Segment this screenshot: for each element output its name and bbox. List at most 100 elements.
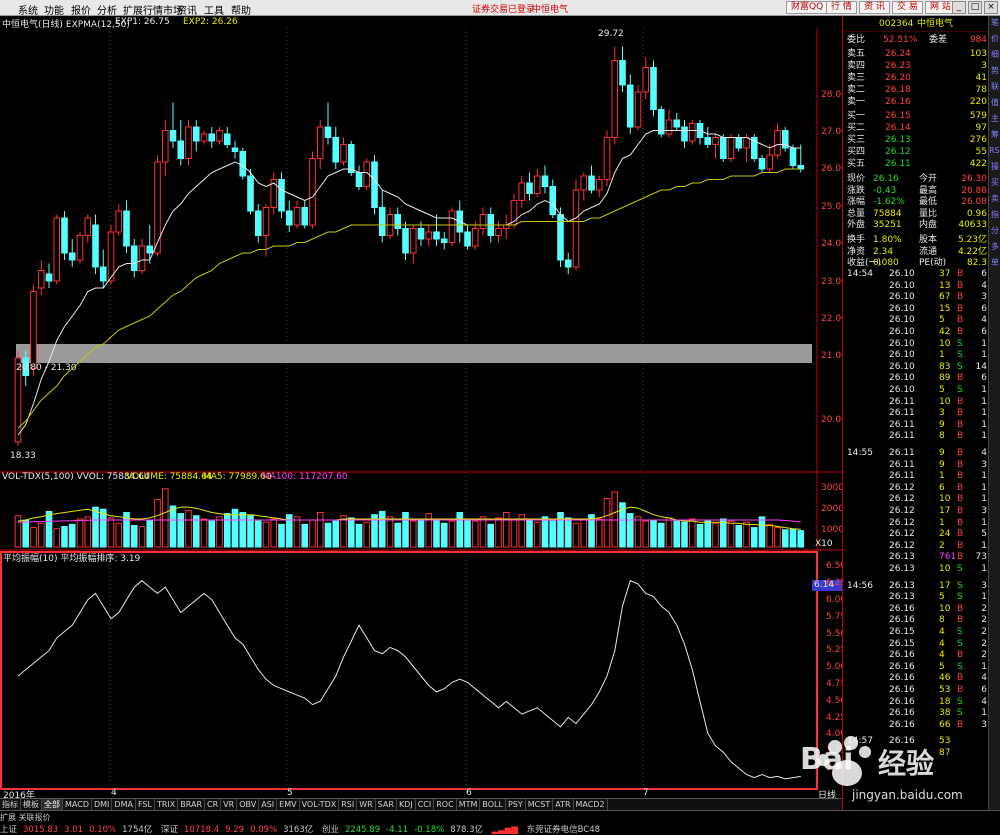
candle-body: [208, 133, 216, 142]
tab-emv[interactable]: EMV: [277, 799, 300, 810]
info-button[interactable]: 资 讯: [859, 1, 890, 14]
tab-brar[interactable]: BRAR: [178, 799, 206, 810]
candle-body: [402, 228, 409, 254]
high-price-label: 29.72: [598, 29, 624, 39]
sidebar-tab[interactable]: 联: [989, 80, 1000, 94]
tab-rsi[interactable]: RSI: [339, 799, 358, 810]
tick-row: 26.12 6 B 1: [843, 482, 989, 494]
tab-psy[interactable]: PSY: [506, 799, 526, 810]
tab-indicator[interactable]: 指标: [0, 799, 21, 810]
ask-volume: 220: [969, 97, 987, 107]
maximize-icon[interactable]: □: [968, 1, 982, 14]
tab-dmi[interactable]: DMI: [92, 799, 113, 810]
sidebar-tab[interactable]: 价: [989, 32, 1000, 46]
volume-bar: [464, 518, 471, 548]
cyb-volume: 878.3亿: [450, 825, 484, 835]
volume-bar: [386, 516, 394, 548]
tick-count: 4: [981, 315, 987, 326]
tab-boll[interactable]: BOLL: [480, 799, 506, 810]
menu-system[interactable]: 系统: [18, 2, 38, 17]
exp1-label: EXP1: 26.75: [115, 17, 170, 27]
close-icon[interactable]: ×: [984, 1, 998, 14]
sidebar-tab[interactable]: 势: [989, 64, 1000, 78]
tab-asi[interactable]: ASI: [259, 799, 278, 810]
time-axis-label: 6: [466, 788, 472, 798]
candle-body: [355, 172, 363, 187]
candle-body: [347, 144, 355, 173]
chart-area[interactable]: 中恒电气(日线) EXPMA(12,50) EXP1: 26.75 EXP2: …: [0, 16, 850, 801]
sidebar-tab[interactable]: 买: [989, 176, 1000, 190]
quote-button[interactable]: 行 情: [826, 1, 857, 14]
tick-side: S: [957, 338, 963, 349]
sidebar-tab[interactable]: 操: [989, 160, 1000, 174]
trade-button[interactable]: 交 易: [892, 1, 923, 14]
volume-bar: [440, 522, 448, 548]
volume-bar: [657, 522, 665, 548]
volume-bar: [107, 517, 115, 548]
menu-bar: 系统 功能 报价 分析 扩展行情市场 资讯 工具 帮助 证券交易已登录 中恒电气…: [0, 0, 1000, 17]
caifu-qq-button[interactable]: 财富QQ: [786, 1, 829, 14]
tick-side: B: [957, 408, 964, 419]
tab-kdj[interactable]: KDJ: [397, 799, 416, 810]
tab-cr[interactable]: CR: [205, 799, 222, 810]
signal-bars-icon: ▂▃▅▆: [491, 825, 518, 835]
tab-template[interactable]: 模板: [21, 799, 42, 810]
sidebar-tab[interactable]: 分: [989, 224, 1000, 238]
volume-bar: [557, 512, 564, 548]
tab-dma[interactable]: DMA: [112, 799, 136, 810]
tab-sar[interactable]: SAR: [376, 799, 397, 810]
volume-bar: [487, 523, 495, 548]
minimize-icon[interactable]: _: [952, 1, 966, 14]
tab-trix[interactable]: TRIX: [155, 799, 179, 810]
candle-body: [99, 266, 107, 282]
sidebar-tab[interactable]: 值: [989, 96, 1000, 110]
sidebar-tab[interactable]: 卖: [989, 192, 1000, 206]
stat-value: 35251: [873, 220, 902, 231]
tick-price: 26.10: [889, 361, 915, 372]
tick-volume: 67: [939, 292, 951, 303]
tick-count: 4: [981, 448, 987, 458]
tab-vol-tdx[interactable]: VOL-TDX: [300, 799, 340, 810]
tick-price: 26.16: [889, 615, 915, 626]
candle-body: [146, 245, 154, 254]
sidebar-tab[interactable]: 筹: [989, 128, 1000, 142]
chart-canvas[interactable]: [0, 16, 842, 798]
sidebar-tab[interactable]: 笔: [989, 16, 1000, 30]
tab-cci[interactable]: CCI: [416, 799, 435, 810]
menu-extended-market[interactable]: 扩展行情市场: [123, 2, 183, 17]
tab-roc[interactable]: ROC: [434, 799, 457, 810]
tab-fsl[interactable]: FSL: [136, 799, 155, 810]
sidebar-tab[interactable]: 主: [989, 112, 1000, 126]
menu-tools[interactable]: 工具: [204, 2, 224, 17]
tab-obv[interactable]: OBV: [237, 799, 260, 810]
tick-price: 26.12: [889, 540, 915, 551]
status-extension-label[interactable]: 扩展 关联报价: [0, 812, 51, 823]
tab-macd2[interactable]: MACD2: [574, 799, 608, 810]
stat-value: 0.96: [966, 208, 987, 219]
tab-mcst[interactable]: MCST: [526, 799, 554, 810]
candle-body: [169, 130, 177, 142]
candle-body: [533, 175, 541, 194]
sidebar-tab[interactable]: 指: [989, 208, 1000, 222]
tab-macd[interactable]: MACD: [63, 799, 92, 810]
tab-vr[interactable]: VR: [221, 799, 238, 810]
tab-all[interactable]: 全部: [42, 799, 63, 810]
tick-count: 1: [981, 482, 987, 493]
menu-analysis[interactable]: 分析: [97, 2, 117, 17]
bid-price: 26.14: [885, 123, 911, 133]
tick-side: B: [957, 603, 964, 614]
menu-help[interactable]: 帮助: [231, 2, 251, 17]
volume-bar: [394, 522, 402, 548]
tab-atr[interactable]: ATR: [553, 799, 574, 810]
tab-mtm[interactable]: MTM: [457, 799, 481, 810]
menu-info[interactable]: 资讯: [177, 2, 197, 17]
sidebar-tab[interactable]: 细: [989, 48, 1000, 62]
sidebar-tab[interactable]: 多: [989, 240, 1000, 254]
volume-bar: [378, 510, 386, 548]
tick-count: 6: [981, 373, 987, 384]
menu-function[interactable]: 功能: [44, 2, 64, 17]
sidebar-tab[interactable]: 单: [989, 256, 1000, 270]
menu-quote[interactable]: 报价: [71, 2, 91, 17]
tab-wr[interactable]: WR: [357, 799, 376, 810]
sidebar-tab[interactable]: RSI: [989, 144, 1000, 158]
